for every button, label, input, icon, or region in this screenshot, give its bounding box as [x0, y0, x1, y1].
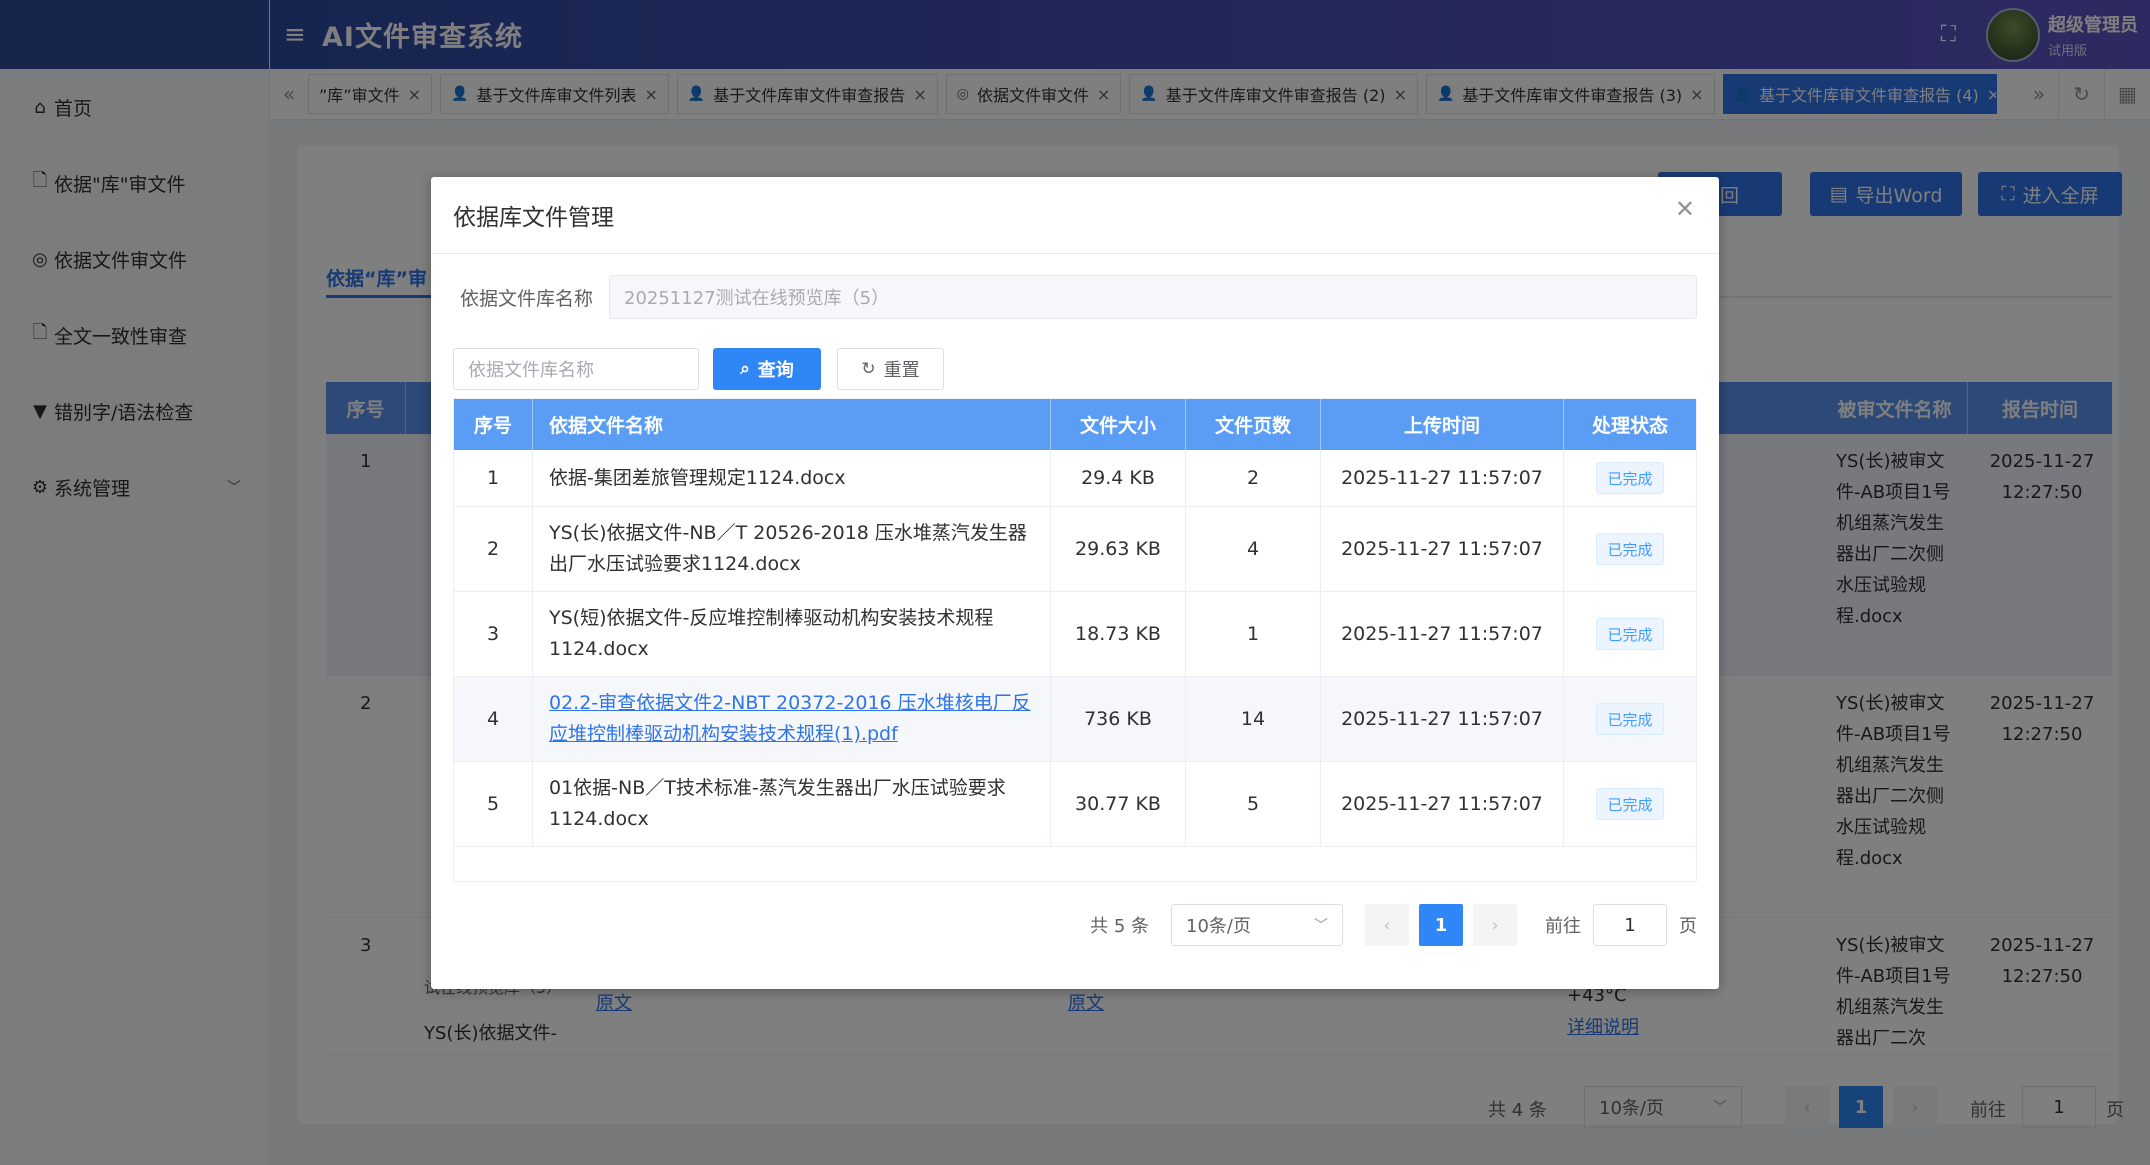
column-header-index: 序号 [454, 399, 533, 450]
file-name: 01依据-NB／T技术标准-蒸汽发生器出厂水压试验要求1124.docx [549, 777, 1006, 830]
cell-uploaded: 2025-11-27 11:57:07 [1321, 677, 1564, 761]
cell-pages: 5 [1186, 762, 1321, 846]
refresh-icon: ↻ [861, 359, 876, 379]
library-name-row: 依据文件库名称 20251127测试在线预览库（5） [453, 275, 1697, 319]
cell-index: 4 [454, 677, 533, 761]
table-row: 2 YS(长)依据文件-NB／T 20526-2018 压水堆蒸汽发生器出厂水压… [454, 507, 1696, 592]
page-number[interactable]: 1 [1419, 904, 1463, 946]
reset-label: 重置 [883, 360, 920, 381]
library-name-field: 20251127测试在线预览库（5） [609, 275, 1697, 319]
status-badge: 已完成 [1596, 788, 1664, 820]
file-name-link[interactable]: 02.2-审查依据文件2-NBT 20372-2016 压水堆核电厂反应堆控制棒… [549, 688, 1034, 750]
cell-pages: 14 [1186, 677, 1321, 761]
search-icon: ⌕ [740, 359, 750, 379]
library-files-dialog: 依据库文件管理 ✕ 依据文件库名称 20251127测试在线预览库（5） 依据文… [431, 177, 1719, 989]
status-badge: 已完成 [1596, 533, 1664, 565]
cell-index: 5 [454, 762, 533, 846]
cell-pages: 4 [1186, 507, 1321, 591]
library-name-label: 依据文件库名称 [459, 287, 593, 310]
status-badge: 已完成 [1596, 618, 1664, 650]
cell-size: 29.4 KB [1051, 450, 1186, 506]
cell-index: 1 [454, 450, 533, 506]
table-header: 序号 依据文件名称 文件大小 文件页数 上传时间 处理状态 [454, 399, 1696, 450]
goto-page-input[interactable]: 1 [1593, 904, 1667, 946]
query-button[interactable]: ⌕ 查询 [713, 348, 821, 390]
column-header-status: 处理状态 [1591, 415, 1668, 437]
page-size-select[interactable]: 10条/页 ﹀ [1171, 904, 1343, 946]
search-input[interactable]: 依据文件库名称 [453, 348, 699, 390]
status-badge: 已完成 [1596, 462, 1664, 494]
cell-pages: 1 [1186, 592, 1321, 676]
file-name: YS(短)依据文件-反应堆控制棒驱动机构安装技术规程1124.docx [549, 607, 994, 660]
cell-uploaded: 2025-11-27 11:57:07 [1321, 450, 1564, 506]
column-header-size: 文件大小 [1051, 399, 1186, 450]
next-page-button[interactable]: › [1473, 904, 1517, 946]
search-bar: 依据文件库名称 ⌕ 查询 ↻ 重置 [453, 348, 944, 390]
cell-uploaded: 2025-11-27 11:57:07 [1321, 507, 1564, 591]
chevron-down-icon: ﹀ [1314, 918, 1328, 934]
table-row: 3 YS(短)依据文件-反应堆控制棒驱动机构安装技术规程1124.docx 18… [454, 592, 1696, 677]
cell-uploaded: 2025-11-27 11:57:07 [1321, 762, 1564, 846]
cell-size: 30.77 KB [1051, 762, 1186, 846]
column-header-name: 依据文件名称 [533, 399, 1051, 450]
cell-size: 18.73 KB [1051, 592, 1186, 676]
total-count: 共 5 条 [1090, 916, 1149, 937]
library-files-table: 序号 依据文件名称 文件大小 文件页数 上传时间 处理状态 1 依据-集团差旅管… [453, 398, 1697, 882]
prev-page-button[interactable]: ‹ [1365, 904, 1409, 946]
dialog-header: 依据库文件管理 ✕ [431, 177, 1719, 254]
cell-index: 2 [454, 507, 533, 591]
cell-index: 3 [454, 592, 533, 676]
cell-size: 29.63 KB [1051, 507, 1186, 591]
cell-size: 736 KB [1051, 677, 1186, 761]
reset-button[interactable]: ↻ 重置 [837, 348, 944, 390]
cell-pages: 2 [1186, 450, 1321, 506]
table-row: 4 02.2-审查依据文件2-NBT 20372-2016 压水堆核电厂反应堆控… [454, 677, 1696, 762]
table-row: 5 01依据-NB／T技术标准-蒸汽发生器出厂水压试验要求1124.docx 3… [454, 762, 1696, 847]
cell-uploaded: 2025-11-27 11:57:07 [1321, 592, 1564, 676]
status-badge: 已完成 [1596, 703, 1664, 735]
file-name: 依据-集团差旅管理规定1124.docx [549, 466, 846, 489]
column-header-uploaded: 上传时间 [1321, 399, 1564, 450]
pagination: 共 5 条 10条/页 ﹀ ‹ 1 › 前往 1 页 [1090, 904, 1697, 946]
close-icon[interactable]: ✕ [1675, 195, 1695, 223]
goto-label: 前往 [1545, 916, 1581, 937]
page-size-label: 10条/页 [1186, 916, 1251, 937]
column-header-pages: 文件页数 [1186, 399, 1321, 450]
dialog-title: 依据库文件管理 [453, 205, 614, 231]
query-label: 查询 [757, 360, 794, 381]
table-row: 1 依据-集团差旅管理规定1124.docx 29.4 KB 2 2025-11… [454, 450, 1696, 507]
page-suffix: 页 [1679, 916, 1697, 937]
file-name: YS(长)依据文件-NB／T 20526-2018 压水堆蒸汽发生器出厂水压试验… [549, 522, 1027, 575]
